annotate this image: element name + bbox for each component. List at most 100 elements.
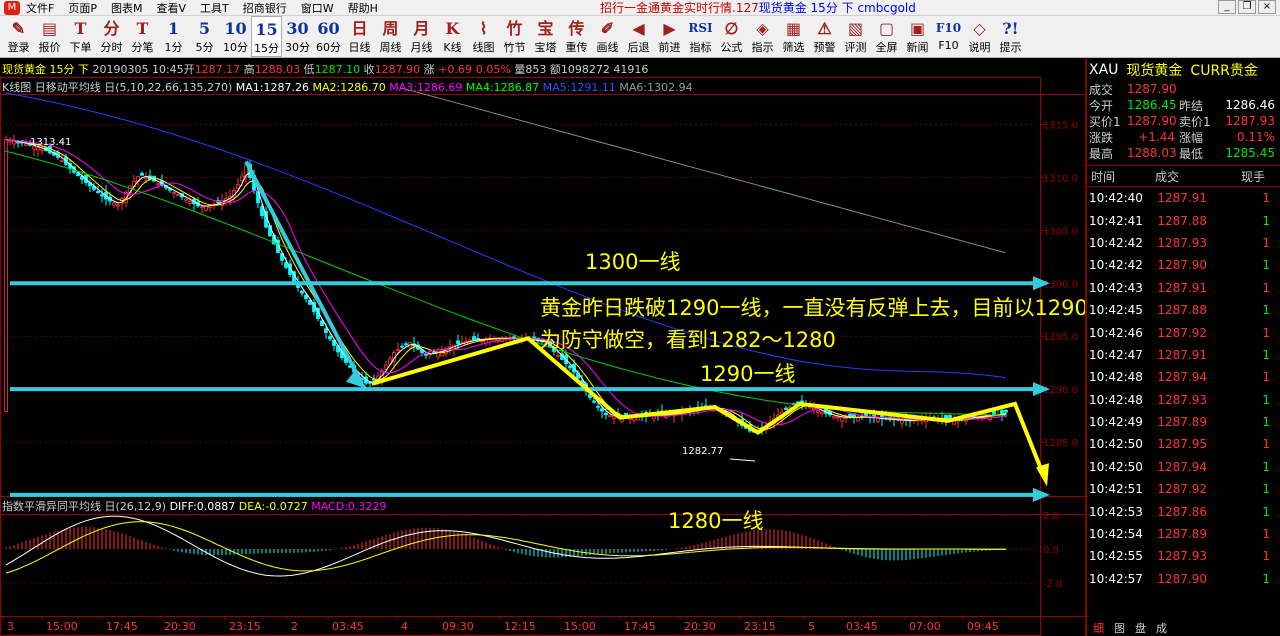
toolbar-button-29[interactable]: ▣ 新闻 — [902, 16, 933, 57]
x-tick-label: 23:15 — [744, 620, 776, 633]
menu-file[interactable]: 文件F — [26, 0, 54, 16]
tick-row: 10:42:54 1287.89 1 — [1087, 523, 1280, 545]
menu-page[interactable]: 页面P — [68, 0, 97, 16]
toolbar-label: 分笔 — [131, 41, 154, 54]
toolbar-label: 公式 — [720, 41, 743, 54]
toolbar-button-11[interactable]: 日日线 — [344, 16, 375, 57]
tick-price: 1287.88 — [1157, 303, 1207, 318]
quote-open-row: 今开 1286.45 昨结 1286.46 — [1087, 97, 1280, 113]
tick-time: 10:42:57 — [1089, 571, 1143, 586]
y-tick-label: 1290.0 — [1043, 385, 1078, 396]
candle-body — [184, 198, 188, 201]
toolbar-icon: ✎ — [11, 19, 26, 38]
tab-trades[interactable]: 成 — [1156, 620, 1167, 636]
minimize-button[interactable]: _ — [1218, 0, 1236, 14]
candle-body — [1004, 409, 1008, 413]
toolbar-button-5[interactable]: 1 1分 — [158, 16, 189, 57]
tab-detail[interactable]: 细 — [1093, 620, 1104, 636]
candle-body — [816, 409, 820, 413]
kline-chart[interactable]: 1315.0 1310.0 1305.0 1300.0 1295.0 1290.0 1285… — [0, 59, 1085, 636]
chg-value: +1.44 — [1138, 130, 1175, 144]
candle-body — [320, 320, 324, 327]
toolbar-button-30[interactable]: F10 F10 — [933, 16, 964, 57]
tick-price: 1287.91 — [1157, 191, 1207, 206]
candle-body — [8, 140, 12, 143]
tick-volume: 1 — [1262, 235, 1270, 250]
toolbar-icon: K — [445, 19, 460, 38]
toolbar-icon: 10 — [224, 19, 247, 38]
ticks-col-time: 时间 — [1091, 169, 1116, 184]
toolbar-button-4[interactable]: T 分笔 — [127, 16, 158, 57]
tick-volume: 1 — [1262, 325, 1270, 340]
candle-body — [900, 419, 904, 424]
candle-body — [592, 400, 596, 403]
menu-view[interactable]: 查看V — [156, 0, 186, 16]
toolbar-label: 评测 — [844, 41, 867, 54]
toolbar-button-22[interactable]: RSI 指标 — [685, 16, 716, 57]
macd-legend: 指数平滑异同平均线 日(26,12,9) DIFF:0.0887 DEA:-0.… — [2, 498, 386, 514]
toolbar-button-26[interactable]: ⚠ 预警 — [809, 16, 840, 57]
toolbar-button-8[interactable]: 15 15分 — [251, 16, 282, 57]
x-tick-label: 3 — [7, 620, 14, 633]
toolbar-button-0[interactable]: ✎ 登录 — [3, 16, 34, 57]
ticks-list[interactable]: 10:42:40 1287.91 1 10:42:41 1287.88 1 10:42:42… — [1087, 187, 1280, 590]
x-tick-label: 4 — [401, 620, 408, 633]
toolbar-button-20[interactable]: ◀ 后退 — [623, 16, 654, 57]
candle-body — [60, 160, 64, 162]
toolbar-icon: ⚠ — [817, 19, 832, 38]
tick-volume: 1 — [1262, 504, 1270, 519]
candle-body — [200, 206, 204, 209]
tab-orderbook[interactable]: 盘 — [1135, 620, 1146, 636]
toolbar-label: 60分 — [316, 41, 341, 54]
menu-help[interactable]: 帮助H — [348, 0, 378, 16]
toolbar-button-16[interactable]: 竹竹节 — [499, 16, 530, 57]
toolbar-button-23[interactable]: ∅ 公式 — [716, 16, 747, 57]
toolbar-button-18[interactable]: 传重传 — [561, 16, 592, 57]
toolbar-button-21[interactable]: ▶ 前进 — [654, 16, 685, 57]
toolbar-button-3[interactable]: 分分时 — [96, 16, 127, 57]
menu-cmb[interactable]: 招商银行 — [243, 0, 287, 16]
toolbar-button-13[interactable]: 月月线 — [406, 16, 437, 57]
toolbar-button-27[interactable]: ▧ 评测 — [840, 16, 871, 57]
toolbar-button-32[interactable]: ?! 提示 — [995, 16, 1026, 57]
toolbar-button-28[interactable]: ▢ 全屏 — [871, 16, 902, 57]
toolbar-button-15[interactable]: ⌇ 线图 — [468, 16, 499, 57]
toolbar-icon: 月 — [413, 19, 430, 38]
toolbar-label: 30分 — [285, 41, 310, 54]
toolbar-button-24[interactable]: ◈ 指示 — [747, 16, 778, 57]
toolbar-button-25[interactable]: ▦ 筛选 — [778, 16, 809, 57]
toolbar-icon: ▦ — [785, 19, 802, 38]
ma6-label: MA6:1302.94 — [619, 81, 693, 94]
menu-window[interactable]: 窗口W — [301, 0, 334, 16]
menu-chart[interactable]: 图表M — [111, 0, 143, 16]
toolbar-button-9[interactable]: 30 30分 — [282, 16, 313, 57]
close-button[interactable]: × — [1258, 0, 1276, 14]
high-label: 最高 — [1089, 146, 1114, 161]
tab-chart[interactable]: 图 — [1114, 620, 1125, 636]
tick-row: 10:42:46 1287.92 1 — [1087, 321, 1280, 343]
macd-title: 指数平滑异同平均线 日(26,12,9) — [2, 500, 167, 513]
toolbar-icon: 1 — [167, 19, 180, 38]
tick-volume: 1 — [1262, 571, 1270, 586]
toolbar-button-10[interactable]: 60 60分 — [313, 16, 344, 57]
tick-row: 10:42:41 1287.88 1 — [1087, 209, 1280, 231]
toolbar-button-2[interactable]: T 下单 — [65, 16, 96, 57]
toolbar-button-6[interactable]: 5 5分 — [189, 16, 220, 57]
toolbar-button-12[interactable]: 周周线 — [375, 16, 406, 57]
restore-button[interactable]: ❐ — [1238, 0, 1256, 14]
tick-row: 10:42:48 1287.93 1 — [1087, 389, 1280, 411]
toolbar-button-7[interactable]: 10 10分 — [220, 16, 251, 57]
tick-time: 10:42:51 — [1089, 482, 1143, 497]
toolbar-button-14[interactable]: K K线 — [437, 16, 468, 57]
candle-body — [396, 348, 400, 351]
chart-frame — [0, 77, 1041, 636]
ma2-label: MA2:1286.70 — [312, 81, 386, 94]
tick-price: 1287.91 — [1157, 280, 1207, 295]
toolbar-button-19[interactable]: ✐ 画线 — [592, 16, 623, 57]
menu-tools[interactable]: 工具T — [200, 0, 229, 16]
toolbar-button-31[interactable]: ◇ 说明 — [964, 16, 995, 57]
toolbar-button-1[interactable]: ▤ 报价 — [34, 16, 65, 57]
x-tick-label: 5 — [808, 620, 815, 633]
x-tick-label: 23:15 — [229, 620, 261, 633]
toolbar-button-17[interactable]: 宝宝塔 — [530, 16, 561, 57]
